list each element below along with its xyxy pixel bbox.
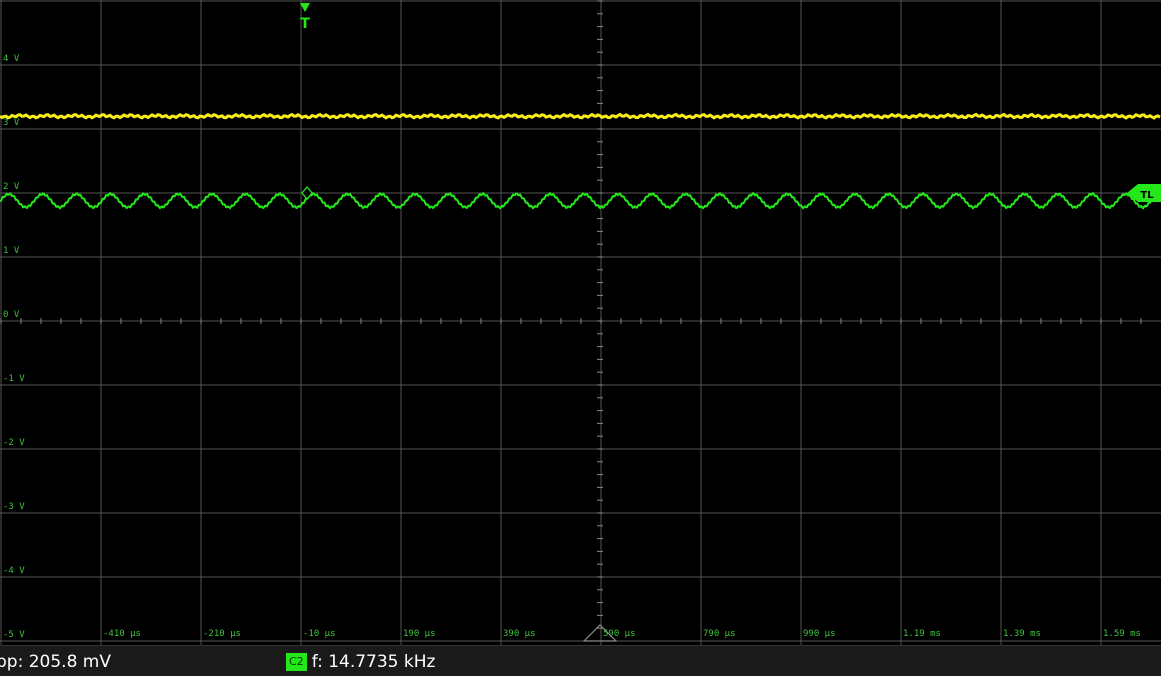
time-label: -10 µs xyxy=(303,629,336,639)
voltage-label: -1 V xyxy=(3,374,25,384)
voltage-label: 2 V xyxy=(3,182,20,192)
time-label: 990 µs xyxy=(803,629,836,639)
time-label: -210 µs xyxy=(203,629,241,639)
measurement-peak-to-peak[interactable]: pp: 205.8 mV xyxy=(0,652,111,672)
voltage-label: 0 V xyxy=(3,310,20,320)
time-label: 790 µs xyxy=(703,629,736,639)
time-label: 390 µs xyxy=(503,629,536,639)
time-label: 190 µs xyxy=(403,629,436,639)
measurement-frequency[interactable]: C2 f: 14.7735 kHz xyxy=(286,652,435,672)
voltage-label: 1 V xyxy=(3,246,20,256)
voltage-label: -5 V xyxy=(3,630,25,640)
measurement-frequency-value: f: 14.7735 kHz xyxy=(311,652,436,672)
voltage-label: -3 V xyxy=(3,502,25,512)
time-label: 1.59 ms xyxy=(1103,629,1141,639)
trigger-level-label: TL xyxy=(1140,190,1154,201)
channel-2-badge: C2 xyxy=(286,653,307,671)
voltage-label: -4 V xyxy=(3,566,25,576)
trigger-marker-label: T xyxy=(300,16,310,32)
time-label: 590 µs xyxy=(603,629,636,639)
time-label: -410 µs xyxy=(103,629,141,639)
voltage-label: -2 V xyxy=(3,438,25,448)
oscilloscope-display[interactable]: 4 V 3 V 2 V 1 V 0 V -1 V -2 V -3 V -4 V -5 V -410… xyxy=(0,0,1161,645)
voltage-label: 4 V xyxy=(3,54,20,64)
voltage-label: 3 V xyxy=(3,118,20,128)
time-label: 1.19 ms xyxy=(903,629,941,639)
time-label: 1.39 ms xyxy=(1003,629,1041,639)
measurement-bar: pp: 205.8 mV C2 f: 14.7735 kHz xyxy=(0,645,1161,676)
